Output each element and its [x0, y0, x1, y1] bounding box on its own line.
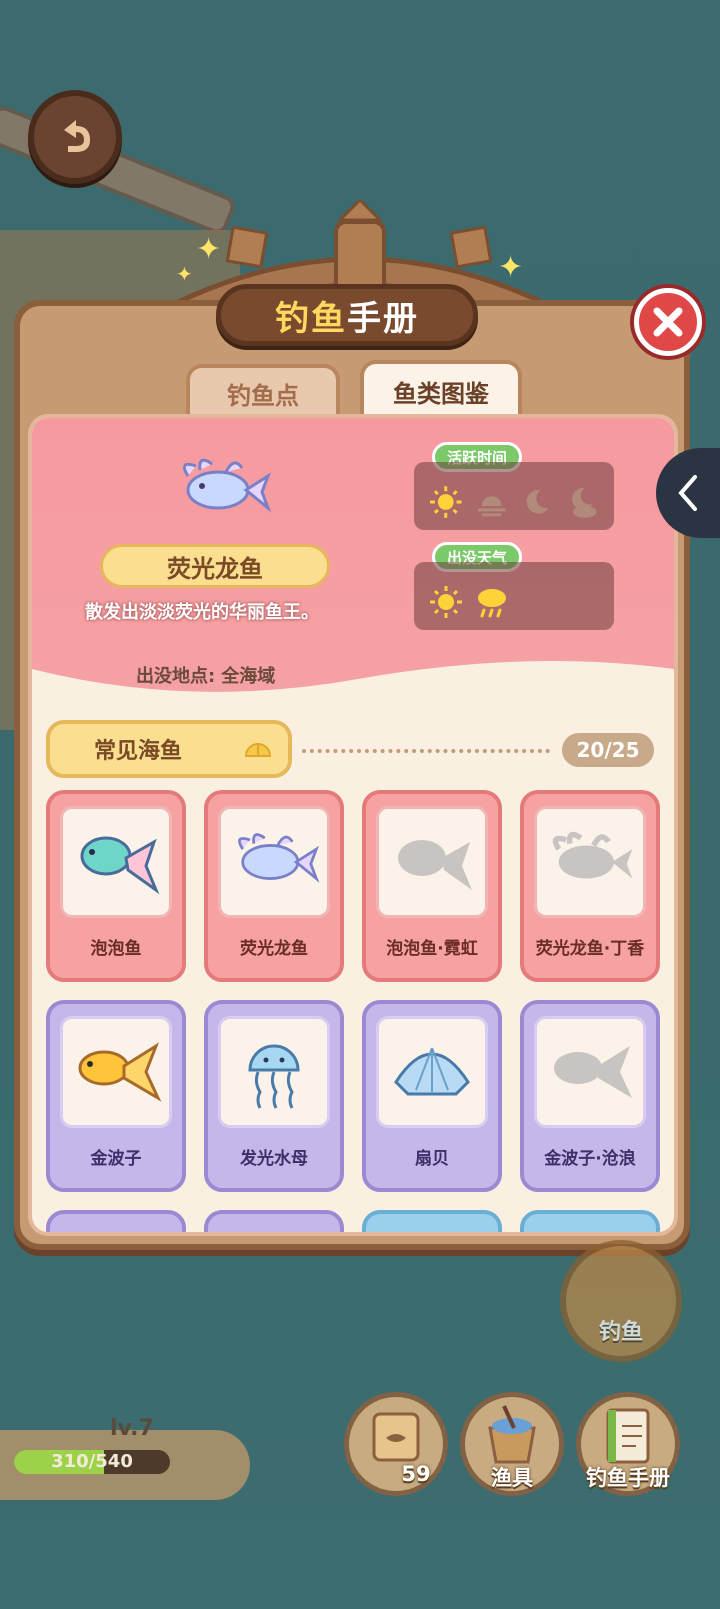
fish-card-gold-wave[interactable]: 金波子	[46, 1000, 186, 1192]
fish-card-partial[interactable]	[520, 1210, 660, 1232]
fish-location: 出没地点: 全海域	[136, 666, 276, 687]
sunrise-icon	[477, 496, 506, 517]
fish-card-gold-wave-surge[interactable]: 金波子·沧浪	[520, 1000, 660, 1192]
rain-cloud-icon	[478, 589, 506, 618]
bait-bag-icon	[372, 1412, 420, 1462]
chevron-left-icon	[678, 475, 697, 511]
back-button[interactable]	[28, 90, 122, 184]
scallop-image	[394, 1047, 470, 1096]
card-image-locked	[534, 1016, 646, 1128]
card-image-locked	[376, 806, 488, 918]
xp-text: 310/540	[51, 1451, 133, 1472]
collection-count: 20/25	[562, 733, 654, 767]
fish-card-scallop[interactable]: 扇贝	[362, 1000, 502, 1192]
card-image	[60, 1016, 172, 1128]
card-image	[218, 1016, 330, 1128]
jellyfish-image	[248, 1044, 300, 1109]
fish-card-bubble-fish-neon[interactable]: 泡泡鱼·霓虹	[362, 790, 502, 982]
fish-detail-section: 荧光龙鱼 散发出淡淡荧光的华丽鱼王。 出没地点: 全海域 活跃时间 出没天气	[32, 418, 674, 709]
handbook-button[interactable]: 钓鱼手册	[576, 1392, 680, 1502]
encyclopedia-content: 荧光龙鱼 散发出淡淡荧光的华丽鱼王。 出没地点: 全海域 活跃时间 出没天气 常见…	[28, 414, 678, 1236]
sun-icon	[430, 586, 462, 618]
fish-card-glowing-jellyfish[interactable]: 发光水母	[204, 1000, 344, 1192]
back-arrow-icon	[64, 120, 90, 152]
gear-button[interactable]: 渔具	[460, 1392, 564, 1502]
wave-divider	[32, 661, 674, 709]
fish-silhouette-icon	[398, 840, 472, 890]
card-image	[60, 806, 172, 918]
sun-icon	[429, 486, 462, 518]
sparkle-icon: ✦	[176, 262, 193, 286]
tab-fishing-spots[interactable]: 钓鱼点	[186, 364, 340, 418]
fishing-button[interactable]: 钓鱼	[560, 1240, 682, 1362]
fish-card-fluorescent-arowana[interactable]: 荧光龙鱼	[204, 790, 344, 982]
close-button[interactable]	[634, 288, 702, 356]
category-dropdown[interactable]: 常见海鱼	[46, 720, 292, 778]
sparkle-icon: ✦	[196, 232, 222, 267]
bubble-fish-image	[80, 836, 160, 895]
card-image	[218, 806, 330, 918]
fish-card-partial[interactable]	[362, 1210, 502, 1232]
page-title: 钓鱼手册	[216, 284, 478, 346]
fluorescent-arowana-image	[238, 833, 320, 883]
fluorescent-arowana-image	[182, 458, 272, 513]
close-icon	[653, 307, 683, 337]
bucket-icon	[488, 1405, 536, 1464]
card-image	[376, 1016, 488, 1128]
moon-cloud-icon	[571, 488, 597, 518]
weather-box	[414, 562, 614, 630]
fish-card-partial[interactable]	[46, 1210, 186, 1232]
fish-card-bubble-fish[interactable]: 泡泡鱼	[46, 790, 186, 982]
sparkle-icon: ✦	[498, 250, 524, 285]
active-time-box	[414, 462, 614, 530]
bait-button[interactable]: 59	[344, 1392, 448, 1502]
fish-silhouette-icon	[554, 1046, 632, 1098]
shell-icon	[244, 743, 272, 757]
dotted-divider	[302, 749, 550, 753]
goldfish-image	[78, 1042, 162, 1102]
player-level: lv.7	[110, 1416, 154, 1441]
card-image-locked	[534, 806, 646, 918]
moon-icon	[526, 489, 549, 514]
fish-description: 散发出淡淡荧光的华丽鱼王。	[85, 602, 319, 623]
fish-name-plate: 荧光龙鱼	[100, 544, 330, 588]
book-icon	[606, 1408, 650, 1464]
fish-card-partial[interactable]	[204, 1210, 344, 1232]
fish-card-fluorescent-arowana-lilac[interactable]: 荧光龙鱼·丁香	[520, 790, 660, 982]
tab-fish-encyclopedia[interactable]: 鱼类图鉴	[360, 360, 522, 418]
fish-silhouette-icon	[552, 831, 633, 879]
